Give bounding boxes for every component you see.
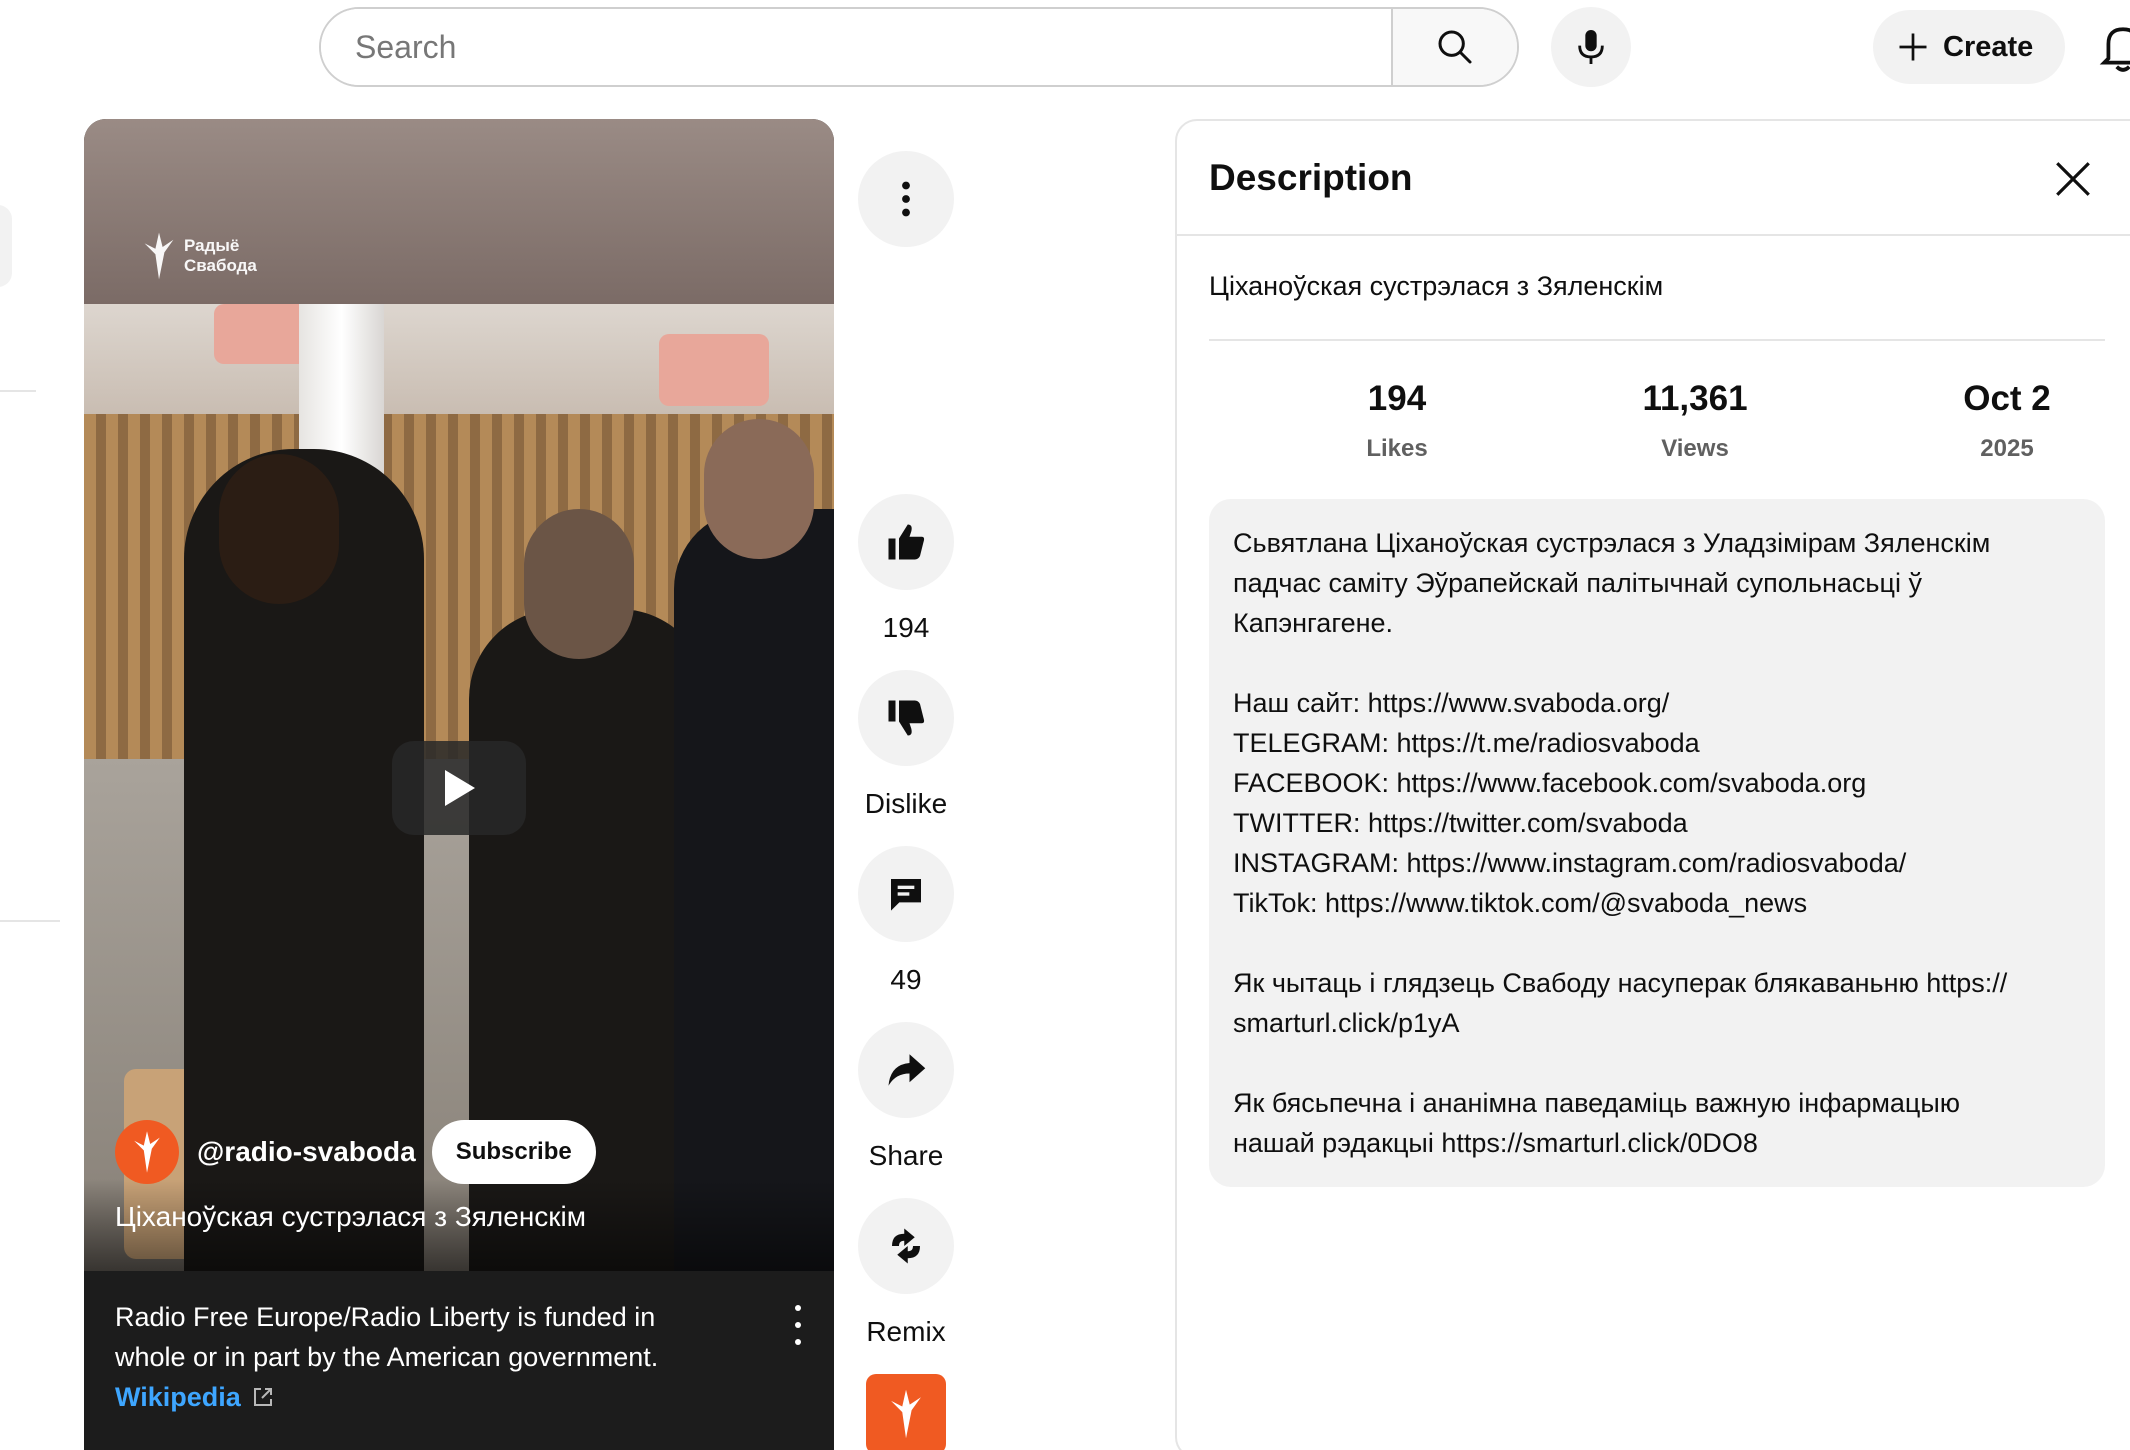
date-stat: Oct 2 2025: [1882, 379, 2130, 463]
description-paragraph[interactable]: Як чытаць і глядзець Свабоду насуперак б…: [1233, 963, 2081, 1043]
like-action: 194: [858, 494, 954, 644]
like-button[interactable]: [858, 494, 954, 590]
likes-stat: 194 Likes: [1272, 379, 1522, 463]
description-panel: Description Ціханоўская сустрэлася з Зял…: [1175, 119, 2130, 1450]
channel-avatar[interactable]: [115, 1120, 179, 1184]
description-video-title: Ціханоўская сустрэлася з Зяленскім: [1209, 271, 1664, 301]
dislike-button[interactable]: [858, 670, 954, 766]
thumb-down-icon: [888, 700, 925, 736]
year-label: 2025: [1980, 435, 2034, 462]
like-count: 194: [882, 612, 930, 643]
description-text-box: Сьвятлана Ціханоўская сустрэлася з Уладз…: [1209, 499, 2105, 1187]
search-icon: [1438, 30, 1472, 64]
remix-icon: [892, 1228, 920, 1264]
short-video-player[interactable]: Радыё Свабода @radio-svaboda Subscribe Ц…: [84, 119, 834, 1450]
close-description-button[interactable]: [2037, 143, 2109, 215]
watermark-line-2: Свабода: [184, 256, 257, 275]
comment-icon: [891, 879, 921, 911]
sidebar-divider: [0, 390, 36, 392]
search-box: [319, 7, 1519, 87]
close-icon: [2056, 162, 2090, 196]
remix-action: Remix: [858, 1198, 954, 1348]
mic-icon: [1578, 30, 1604, 64]
share-button[interactable]: [858, 1022, 954, 1118]
thumb-up-icon: [888, 524, 925, 560]
likes-label: Likes: [1366, 435, 1428, 462]
wikipedia-link[interactable]: Wikipedia: [115, 1377, 275, 1417]
voice-search-button[interactable]: [1551, 7, 1631, 87]
remix-label: Remix: [866, 1316, 946, 1347]
share-icon: [888, 1054, 926, 1086]
wikipedia-link-label: Wikipedia: [115, 1382, 241, 1412]
description-link-line[interactable]: TWITTER: https://twitter.com/svaboda: [1233, 803, 2081, 843]
share-action: Share: [858, 1022, 954, 1172]
external-link-icon: [253, 1388, 272, 1406]
subscribe-button[interactable]: Subscribe: [431, 1120, 596, 1184]
video-scene-lamp: [659, 334, 769, 406]
channel-thumbnail-button[interactable]: [866, 1374, 946, 1450]
views-value: 11,361: [1642, 379, 1748, 418]
description-paragraph: Сьвятлана Ціханоўская сустрэлася з Уладз…: [1233, 528, 1991, 638]
description-header: Description: [1177, 121, 2130, 236]
video-scene-head: [219, 454, 339, 604]
description-link-line[interactable]: INSTAGRAM: https://www.instagram.com/rad…: [1233, 843, 2081, 883]
torch-logo-icon: [144, 232, 174, 280]
description-link-line[interactable]: FACEBOOK: https://www.facebook.com/svabo…: [1233, 763, 2081, 803]
date-value: Oct 2: [1963, 379, 2051, 418]
description-link-line[interactable]: TikTok: https://www.tiktok.com/@svaboda_…: [1233, 883, 2081, 923]
funding-info-text: Radio Free Europe/Radio Liberty is funde…: [115, 1302, 659, 1372]
plus-icon: [1899, 33, 1927, 61]
comment-action: 49: [858, 846, 954, 996]
sidebar-divider: [0, 920, 60, 922]
more-vert-icon: [902, 181, 910, 217]
sidebar-edge: [0, 205, 12, 287]
search-input[interactable]: [321, 9, 1391, 85]
description-divider: [1209, 339, 2105, 341]
description-link-line[interactable]: Наш сайт: https://www.svaboda.org/: [1233, 683, 2081, 723]
dislike-label: Dislike: [864, 788, 948, 819]
video-watermark-logo: Радыё Свабода: [140, 229, 257, 283]
more-actions-button[interactable]: [858, 151, 954, 247]
views-stat: 11,361 Views: [1570, 379, 1820, 463]
play-icon: [445, 770, 475, 806]
description-heading: Description: [1209, 156, 1413, 198]
description-link-line[interactable]: TELEGRAM: https://t.me/radiosvaboda: [1233, 723, 2081, 763]
torch-logo-icon: [891, 1389, 921, 1439]
create-button[interactable]: Create: [1873, 10, 2065, 84]
remix-button[interactable]: [858, 1198, 954, 1294]
share-label: Share: [868, 1140, 944, 1171]
video-scene-head: [704, 419, 814, 559]
views-label: Views: [1661, 435, 1729, 462]
torch-logo-icon: [134, 1131, 160, 1173]
video-scene-head: [524, 509, 634, 659]
channel-row: @radio-svaboda Subscribe: [115, 1120, 596, 1184]
notifications-button[interactable]: [2098, 20, 2130, 80]
watermark-line-1: Радыё: [184, 236, 240, 255]
funding-info-panel: Radio Free Europe/Radio Liberty is funde…: [84, 1271, 834, 1450]
video-title[interactable]: Ціханоўская сустрэлася з Зяленскім: [115, 1201, 586, 1233]
comments-button[interactable]: [858, 846, 954, 942]
info-more-button[interactable]: [788, 1305, 808, 1345]
search-button[interactable]: [1391, 9, 1517, 85]
likes-value: 194: [1367, 379, 1427, 418]
comment-count: 49: [890, 964, 922, 995]
create-label: Create: [1943, 30, 2034, 63]
more-actions: [858, 151, 954, 247]
dislike-action: Dislike: [858, 670, 954, 820]
description-paragraph[interactable]: Як бясьпечна і ананімна паведаміць важну…: [1233, 1083, 2081, 1163]
play-button[interactable]: [392, 741, 526, 835]
bell-icon: [2099, 27, 2130, 72]
channel-handle[interactable]: @radio-svaboda: [197, 1136, 416, 1168]
